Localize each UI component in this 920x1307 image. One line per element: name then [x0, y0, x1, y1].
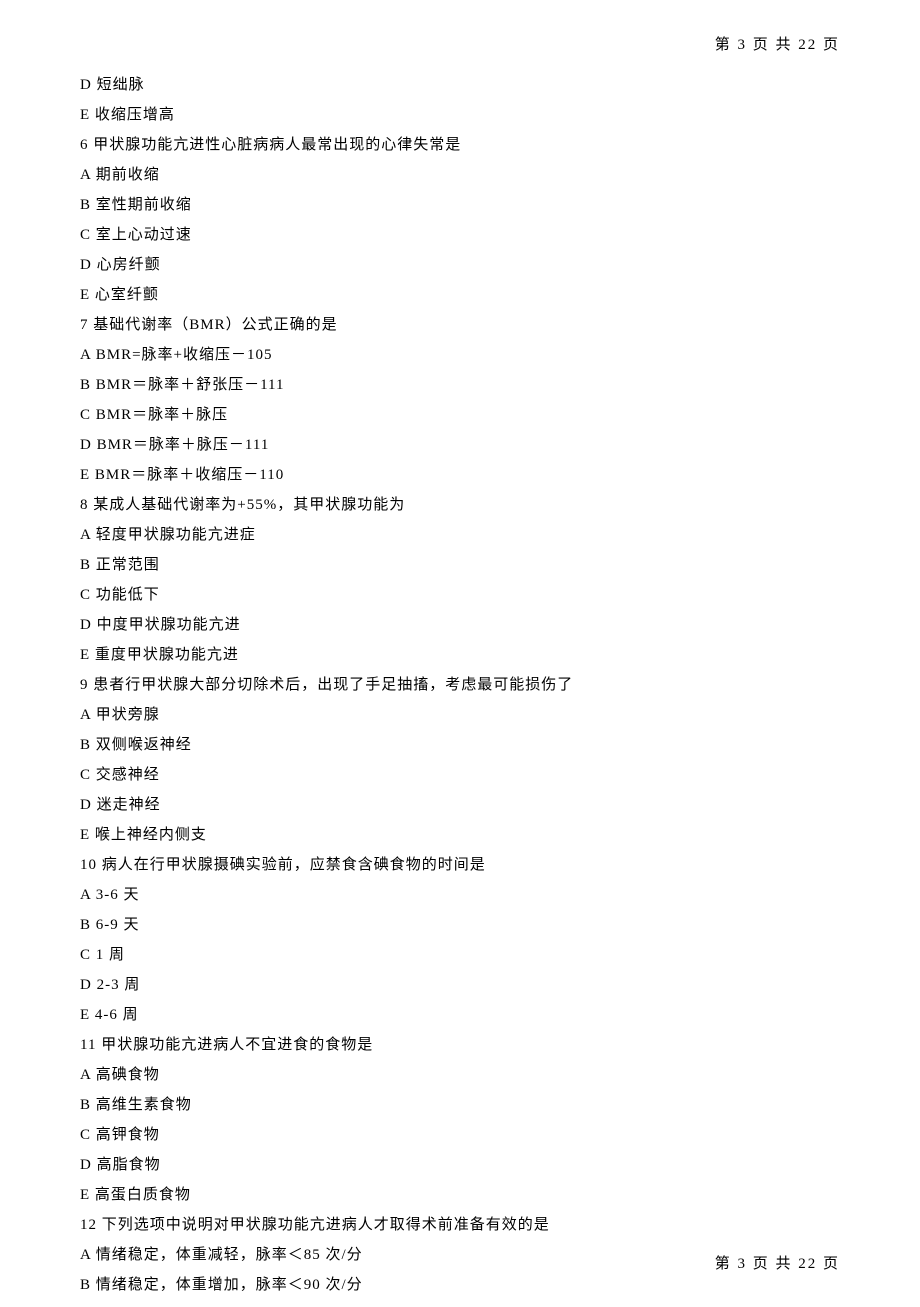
- document-content: D 短绌脉 E 收缩压增高 6 甲状腺功能亢进性心脏病病人最常出现的心律失常是 …: [80, 70, 840, 1300]
- text-line: C 高钾食物: [80, 1120, 840, 1150]
- text-line: C BMR＝脉率＋脉压: [80, 400, 840, 430]
- text-line: 8 某成人基础代谢率为+55%，其甲状腺功能为: [80, 490, 840, 520]
- text-line: A 轻度甲状腺功能亢进症: [80, 520, 840, 550]
- text-line: A 期前收缩: [80, 160, 840, 190]
- text-line: B BMR＝脉率＋舒张压－111: [80, 370, 840, 400]
- text-line: D 高脂食物: [80, 1150, 840, 1180]
- text-line: D 心房纤颤: [80, 250, 840, 280]
- text-line: 11 甲状腺功能亢进病人不宜进食的食物是: [80, 1030, 840, 1060]
- text-line: D 短绌脉: [80, 70, 840, 100]
- text-line: E 心室纤颤: [80, 280, 840, 310]
- text-line: B 室性期前收缩: [80, 190, 840, 220]
- text-line: E 喉上神经内侧支: [80, 820, 840, 850]
- footer-page-number: 第 3 页 共 22 页: [715, 1249, 840, 1279]
- text-line: B 双侧喉返神经: [80, 730, 840, 760]
- text-line: E 重度甲状腺功能亢进: [80, 640, 840, 670]
- text-line: A 高碘食物: [80, 1060, 840, 1090]
- text-line: D 迷走神经: [80, 790, 840, 820]
- text-line: E 收缩压增高: [80, 100, 840, 130]
- text-line: C 交感神经: [80, 760, 840, 790]
- text-line: A 甲状旁腺: [80, 700, 840, 730]
- text-line: C 功能低下: [80, 580, 840, 610]
- text-line: E 高蛋白质食物: [80, 1180, 840, 1210]
- text-line: C 室上心动过速: [80, 220, 840, 250]
- text-line: E BMR＝脉率＋收缩压－110: [80, 460, 840, 490]
- text-line: B 6-9 天: [80, 910, 840, 940]
- text-line: B 正常范围: [80, 550, 840, 580]
- text-line: D 中度甲状腺功能亢进: [80, 610, 840, 640]
- text-line: B 高维生素食物: [80, 1090, 840, 1120]
- text-line: 12 下列选项中说明对甲状腺功能亢进病人才取得术前准备有效的是: [80, 1210, 840, 1240]
- text-line: 10 病人在行甲状腺摄碘实验前，应禁食含碘食物的时间是: [80, 850, 840, 880]
- text-line: E 4-6 周: [80, 1000, 840, 1030]
- text-line: A 3-6 天: [80, 880, 840, 910]
- text-line: 6 甲状腺功能亢进性心脏病病人最常出现的心律失常是: [80, 130, 840, 160]
- header-page-number: 第 3 页 共 22 页: [80, 30, 840, 60]
- text-line: D 2-3 周: [80, 970, 840, 1000]
- text-line: C 1 周: [80, 940, 840, 970]
- text-line: 9 患者行甲状腺大部分切除术后，出现了手足抽搐，考虑最可能损伤了: [80, 670, 840, 700]
- text-line: A BMR=脉率+收缩压－105: [80, 340, 840, 370]
- text-line: 7 基础代谢率（BMR）公式正确的是: [80, 310, 840, 340]
- text-line: D BMR＝脉率＋脉压－111: [80, 430, 840, 460]
